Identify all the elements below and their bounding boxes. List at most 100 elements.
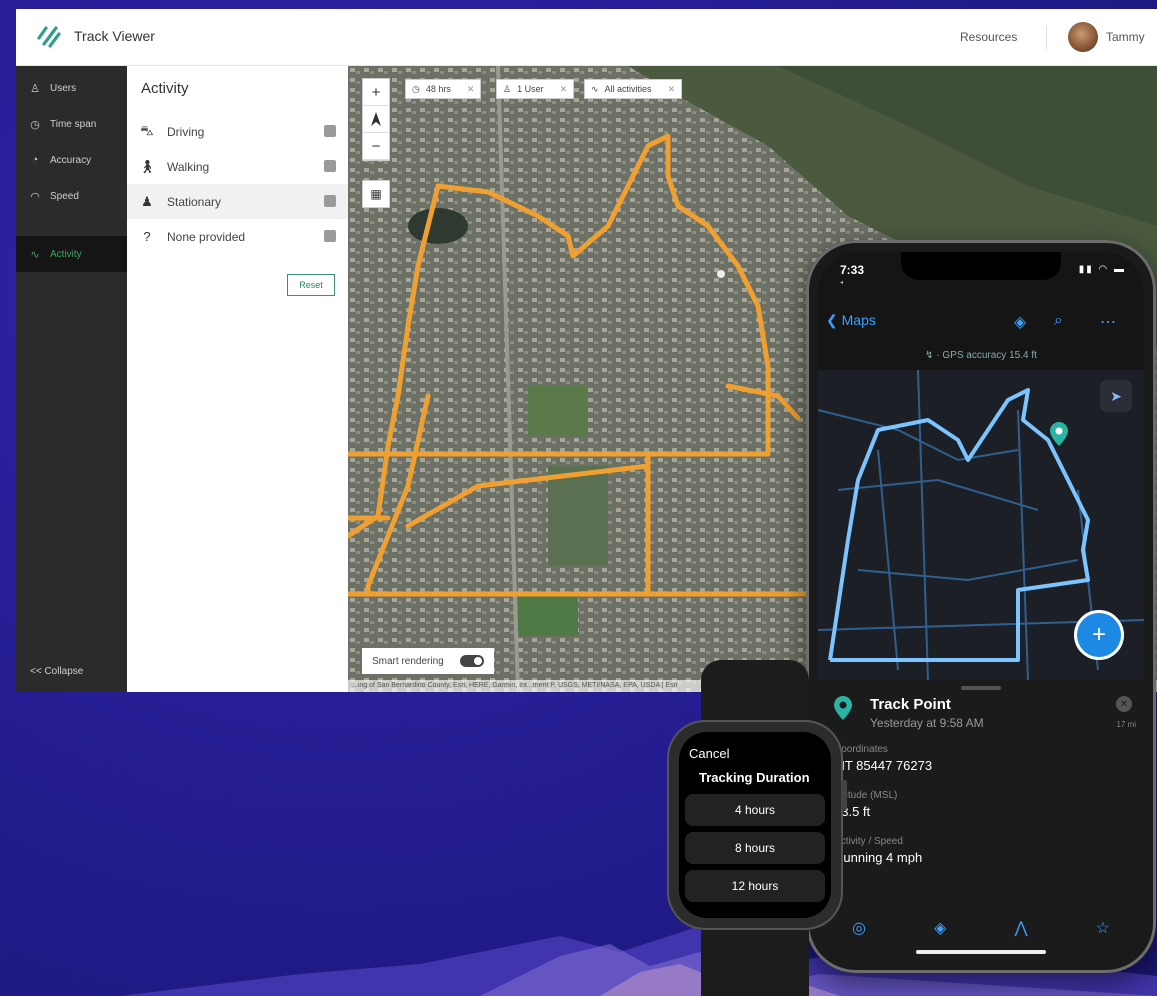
header-divider bbox=[1046, 25, 1047, 49]
panel-title: Activity bbox=[141, 80, 189, 97]
filter-chip-users[interactable]: ♙ 1 User ✕ bbox=[496, 79, 575, 99]
top-bar: Track Viewer Resources Tammy bbox=[16, 9, 1157, 66]
zoom-out-button[interactable]: − bbox=[363, 133, 389, 160]
track-point-subtitle: Yesterday at 9:58 AM bbox=[870, 716, 984, 730]
location-arrow-icon: ➤ bbox=[1110, 387, 1122, 404]
basemap-gallery-button[interactable]: ▦ bbox=[362, 180, 390, 208]
person-icon: ♙ bbox=[30, 82, 40, 95]
watch-title: Tracking Duration bbox=[699, 770, 810, 785]
watch-option-12-hours[interactable]: 12 hours bbox=[685, 870, 825, 902]
activity-label: None provided bbox=[167, 229, 246, 244]
locate-button[interactable]: ➤ bbox=[1100, 380, 1132, 412]
nav-item-label: Activity bbox=[50, 248, 82, 260]
activity-row-none-provided[interactable]: ? None provided bbox=[127, 219, 348, 254]
watch-cancel-button[interactable]: Cancel bbox=[689, 746, 729, 761]
star-icon[interactable]: ☆ bbox=[1096, 918, 1110, 938]
collapse-button[interactable]: << Collapse bbox=[30, 666, 83, 677]
watch-case: Cancel Tracking Duration 4 hours 8 hours… bbox=[667, 720, 843, 930]
watch-screen: Cancel Tracking Duration 4 hours 8 hours… bbox=[679, 732, 831, 918]
nav-item-time-span[interactable]: ◷ Time span bbox=[16, 106, 127, 142]
watch-option-8-hours[interactable]: 8 hours bbox=[685, 832, 825, 864]
nav-item-users[interactable]: ♙ Users bbox=[16, 70, 127, 106]
chip-label: All activities bbox=[604, 84, 652, 94]
activity-checkbox[interactable] bbox=[324, 160, 336, 172]
chip-label: 1 User bbox=[517, 84, 544, 94]
watch-option-4-hours[interactable]: 4 hours bbox=[685, 794, 825, 826]
watch-crown[interactable] bbox=[841, 780, 847, 810]
back-label: Maps bbox=[841, 312, 876, 328]
filter-chip-time[interactable]: ◷ 48 hrs ✕ bbox=[405, 79, 482, 99]
close-icon[interactable]: ✕ bbox=[1116, 696, 1132, 712]
iphone-device: 7:33 ◂ ▮▮ ◠ ▬ ❮ Maps ◈ ⌕ ⋯ ↯ · GPS accur… bbox=[806, 240, 1156, 973]
activity-row-walking[interactable]: 🚶︎ Walking bbox=[127, 149, 348, 184]
track-point-pin-icon[interactable] bbox=[1050, 422, 1068, 446]
compass-icon bbox=[371, 112, 381, 126]
field-value-activity-speed: Running 4 mph bbox=[834, 850, 923, 865]
signal-icon: ◔ bbox=[31, 154, 39, 166]
status-time: 7:33 bbox=[840, 263, 865, 277]
activity-row-stationary[interactable]: ♟ Stationary bbox=[127, 184, 348, 219]
activity-checkbox[interactable] bbox=[324, 230, 336, 242]
question-icon: ? bbox=[143, 229, 151, 244]
compass-button[interactable] bbox=[363, 106, 389, 133]
activity-checkbox[interactable] bbox=[324, 125, 336, 137]
close-icon[interactable]: ✕ bbox=[467, 84, 475, 95]
nav-item-activity[interactable]: ∿ Activity bbox=[16, 236, 127, 272]
close-icon[interactable]: ✕ bbox=[560, 84, 568, 95]
back-button[interactable]: ❮ Maps bbox=[826, 312, 876, 329]
bottom-toolbar: ◎ ◈ ⋀ ☆ bbox=[818, 910, 1144, 946]
track-viewer-logo-icon[interactable] bbox=[36, 24, 62, 50]
gps-icon: ↯ bbox=[925, 350, 934, 361]
activity-label: Driving bbox=[167, 124, 205, 139]
activity-icon: ∿ bbox=[30, 248, 40, 261]
close-icon[interactable]: ✕ bbox=[668, 84, 676, 95]
layers-icon[interactable]: ◈ bbox=[1014, 312, 1026, 332]
zoom-in-button[interactable]: + bbox=[363, 79, 389, 106]
more-icon[interactable]: ⋯ bbox=[1100, 312, 1116, 332]
nav-item-accuracy[interactable]: ◔ Accuracy bbox=[16, 142, 127, 178]
reset-button[interactable]: Reset bbox=[287, 274, 335, 296]
clock-icon: ◷ bbox=[412, 83, 420, 94]
gps-accuracy: GPS accuracy 15.4 ft bbox=[942, 350, 1037, 361]
activity-label: Walking bbox=[167, 159, 210, 174]
person-icon: ♙ bbox=[503, 83, 512, 94]
phone-map[interactable]: ➤ + bbox=[818, 369, 1144, 681]
add-button[interactable]: + bbox=[1074, 610, 1124, 660]
gps-accuracy-line: ↯ · GPS accuracy 15.4 ft bbox=[925, 350, 1037, 361]
track-point-title: Track Point bbox=[870, 696, 951, 713]
smart-rendering-label: Smart rendering bbox=[372, 655, 444, 667]
smart-rendering-control: Smart rendering bbox=[362, 648, 494, 674]
activity-label: Stationary bbox=[167, 194, 222, 209]
search-icon[interactable]: ⌕ bbox=[1054, 312, 1063, 330]
nav-item-label: Users bbox=[50, 82, 77, 94]
route-icon[interactable]: ⋀ bbox=[1014, 918, 1027, 938]
activity-row-driving[interactable]: ⛍ Driving bbox=[127, 114, 348, 149]
side-nav: ♙ Users ◷ Time span ◔ Accuracy ◠ Speed ∿… bbox=[16, 66, 127, 692]
user-avatar[interactable] bbox=[1068, 22, 1098, 52]
map-zoom-controls: + − bbox=[362, 78, 390, 161]
smart-rendering-toggle[interactable] bbox=[460, 655, 484, 667]
sheet-grabber[interactable] bbox=[961, 686, 1001, 690]
activity-icon: ∿ bbox=[591, 83, 599, 94]
walking-icon: 🚶︎ bbox=[139, 158, 156, 174]
record-icon[interactable]: ◎ bbox=[852, 918, 866, 938]
track-point-sheet: Track Point Yesterday at 9:58 AM ✕ 17 mi… bbox=[818, 680, 1144, 961]
home-indicator bbox=[916, 950, 1046, 954]
chip-label: 48 hrs bbox=[425, 84, 451, 94]
activity-checkbox[interactable] bbox=[324, 195, 336, 207]
resources-link[interactable]: Resources bbox=[960, 30, 1017, 44]
nav-item-label: Speed bbox=[50, 190, 79, 202]
plus-icon: + bbox=[1091, 621, 1106, 648]
phone-notch bbox=[901, 252, 1061, 280]
filter-chip-activity[interactable]: ∿ All activities ✕ bbox=[584, 79, 683, 99]
clock-icon: ◷ bbox=[30, 118, 40, 131]
activity-panel: Activity ⛍ Driving 🚶︎ Walking ♟ Stationa… bbox=[127, 66, 348, 692]
app-title: Track Viewer bbox=[74, 28, 155, 44]
nav-item-label: Time span bbox=[50, 118, 97, 130]
car-icon: ⛍ bbox=[140, 122, 154, 138]
user-name[interactable]: Tammy bbox=[1106, 30, 1145, 44]
speedometer-icon: ◠ bbox=[30, 190, 40, 203]
navigate-icon[interactable]: ◈ bbox=[934, 918, 946, 938]
nav-item-speed[interactable]: ◠ Speed bbox=[16, 178, 127, 214]
grid-icon: ▦ bbox=[370, 187, 382, 201]
